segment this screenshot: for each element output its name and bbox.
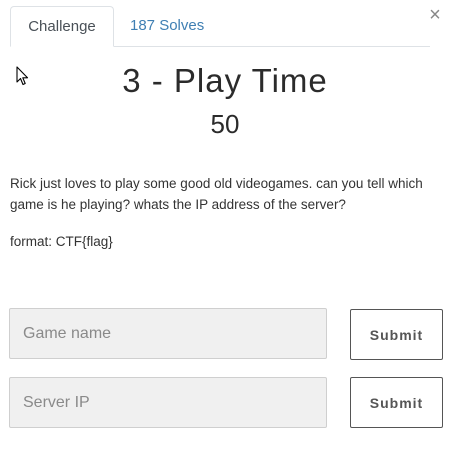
challenge-value: 50: [210, 109, 240, 139]
challenge-description: Rick just loves to play some good old vi…: [10, 176, 423, 212]
game-name-input[interactable]: [9, 308, 327, 359]
challenge-title: 3 - Play Time: [122, 62, 328, 99]
submit-server-ip-button[interactable]: Submit: [350, 377, 443, 428]
challenge-modal: Challenge 187 Solves × 3 - Play Time 50 …: [0, 0, 460, 455]
submit-game-name-button[interactable]: Submit: [350, 309, 443, 360]
tab-bar: Challenge 187 Solves: [10, 6, 430, 47]
close-icon[interactable]: ×: [426, 4, 444, 26]
tab-challenge[interactable]: Challenge: [10, 6, 114, 47]
server-ip-input[interactable]: [9, 377, 327, 428]
flag-format-text: format: CTF{flag}: [10, 234, 113, 249]
tab-solves[interactable]: 187 Solves: [114, 6, 220, 46]
